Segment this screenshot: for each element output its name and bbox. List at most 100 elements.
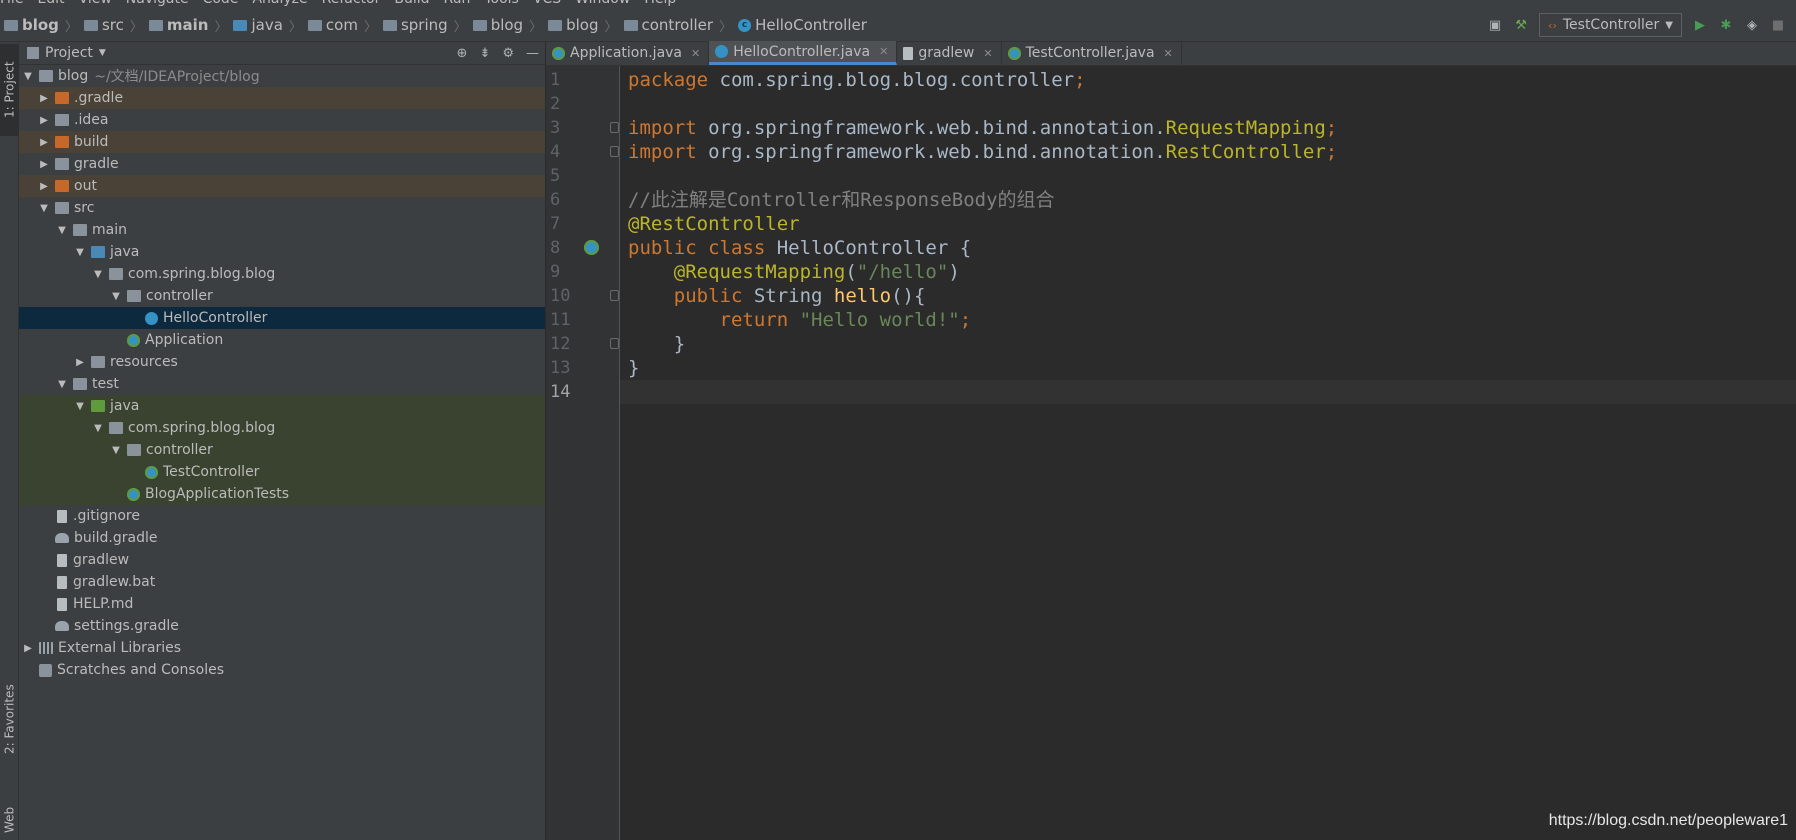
tree-item[interactable]: ▼ test	[19, 373, 545, 395]
breadcrumb-item-controller[interactable]: controller	[623, 16, 713, 34]
menu-item[interactable]: Analyze	[252, 0, 307, 7]
expanded-arrow-icon[interactable]: ▼	[109, 445, 123, 456]
collapsed-arrow-icon[interactable]: ▶	[37, 137, 51, 148]
fold-icon[interactable]	[610, 122, 619, 133]
breadcrumb-item-java[interactable]: java	[233, 16, 283, 34]
close-icon[interactable]: ✕	[879, 45, 888, 58]
minimize-icon[interactable]: —	[526, 46, 539, 61]
expanded-arrow-icon[interactable]: ▼	[91, 269, 105, 280]
spring-bean-icon[interactable]	[584, 240, 599, 255]
menu-item[interactable]: Tools	[484, 0, 519, 7]
tree-item[interactable]: gradlew.bat	[19, 571, 545, 593]
collapsed-arrow-icon[interactable]: ▶	[37, 181, 51, 192]
tree-item[interactable]: ▼ controller	[19, 285, 545, 307]
breadcrumb-item-hellocontroller[interactable]: c HelloController	[738, 16, 867, 34]
expanded-arrow-icon[interactable]: ▼	[73, 401, 87, 412]
tab-favorites-toolwindow[interactable]: 2: Favorites	[0, 678, 19, 760]
tab-application-java[interactable]: Application.java ✕	[546, 41, 710, 65]
tree-item-selected[interactable]: HelloController	[19, 307, 545, 329]
menu-item[interactable]: Code	[203, 0, 239, 7]
tab-hellocontroller-java[interactable]: HelloController.java ✕	[709, 41, 898, 65]
locate-file-icon[interactable]: ⊕	[457, 46, 468, 61]
tree-item[interactable]: ▼ java	[19, 241, 545, 263]
coverage-icon[interactable]: ◈	[1744, 17, 1760, 33]
code-area[interactable]: package com.spring.blog.blog.controller;…	[620, 68, 1796, 404]
menu-item[interactable]: Refactor	[322, 0, 381, 7]
menu-item[interactable]: View	[79, 0, 112, 7]
menu-item[interactable]: VCS	[533, 0, 561, 7]
tree-item[interactable]: ▶ build	[19, 131, 545, 153]
close-icon[interactable]: ✕	[691, 47, 700, 60]
tree-item[interactable]: ▼ com.spring.blog.blog	[19, 417, 545, 439]
expanded-arrow-icon[interactable]: ▼	[21, 71, 35, 82]
fold-icon[interactable]	[610, 338, 619, 349]
expanded-arrow-icon[interactable]: ▼	[109, 291, 123, 302]
breadcrumb-item-project[interactable]: blog	[4, 16, 59, 34]
expanded-arrow-icon[interactable]: ▼	[55, 379, 69, 390]
tree-item[interactable]: HELP.md	[19, 593, 545, 615]
chevron-down-icon[interactable]: ▼	[99, 48, 106, 58]
menu-item[interactable]: Navigate	[126, 0, 189, 7]
tree-item[interactable]: ▼ main	[19, 219, 545, 241]
collapsed-arrow-icon[interactable]: ▶	[37, 115, 51, 126]
gear-icon[interactable]: ⚙	[502, 46, 514, 61]
tree-item[interactable]: ▶ resources	[19, 351, 545, 373]
markdown-file-icon	[57, 597, 67, 611]
close-icon[interactable]: ✕	[1164, 47, 1173, 60]
tree-item[interactable]: ▶ out	[19, 175, 545, 197]
tree-item[interactable]: BlogApplicationTests	[19, 483, 545, 505]
breadcrumb-item-blog[interactable]: blog	[472, 16, 523, 34]
tree-item-root[interactable]: ▼ blog ~/文档/IDEAProject/blog	[19, 65, 545, 87]
tree-item[interactable]: gradlew	[19, 549, 545, 571]
tree-item[interactable]: settings.gradle	[19, 615, 545, 637]
expanded-arrow-icon[interactable]: ▼	[73, 247, 87, 258]
tree-item[interactable]: Application	[19, 329, 545, 351]
tab-project-toolwindow[interactable]: 1: Project	[0, 44, 19, 136]
breadcrumb-item-com[interactable]: com	[307, 16, 358, 34]
collapse-all-icon[interactable]: ⇟	[479, 46, 490, 61]
expanded-arrow-icon[interactable]: ▼	[91, 423, 105, 434]
debug-icon[interactable]: ✱	[1718, 17, 1734, 33]
tree-item[interactable]: ▶ .idea	[19, 109, 545, 131]
tab-gradlew[interactable]: gradlew ✕	[897, 41, 1002, 65]
fold-icon[interactable]	[610, 146, 619, 157]
tab-testcontroller-java[interactable]: TestController.java ✕	[1002, 41, 1182, 65]
tree-item[interactable]: ▼ controller	[19, 439, 545, 461]
menu-item[interactable]: Build	[394, 0, 429, 7]
menu-item[interactable]: Help	[644, 0, 676, 7]
tab-web-toolwindow[interactable]: Web	[0, 800, 19, 840]
collapsed-arrow-icon[interactable]: ▶	[73, 357, 87, 368]
close-icon[interactable]: ✕	[983, 47, 992, 60]
tree-item[interactable]: ▼ src	[19, 197, 545, 219]
run-icon[interactable]: ▶	[1692, 17, 1708, 33]
tree-item[interactable]: ▶ External Libraries	[19, 637, 545, 659]
expanded-arrow-icon[interactable]: ▼	[37, 203, 51, 214]
fold-icon[interactable]	[610, 290, 619, 301]
breadcrumb-item-src[interactable]: src	[83, 16, 124, 34]
menu-item[interactable]: Window	[575, 0, 630, 7]
collapsed-arrow-icon[interactable]: ▶	[37, 159, 51, 170]
tree-item[interactable]: ▶ .gradle	[19, 87, 545, 109]
run-configuration-select[interactable]: ‹› TestController ▼	[1539, 13, 1682, 37]
collapsed-arrow-icon[interactable]: ▶	[21, 643, 35, 654]
breadcrumb-item-blog-2[interactable]: blog	[548, 16, 598, 34]
stop-icon[interactable]: ■	[1770, 17, 1786, 33]
project-view-select[interactable]: Project	[45, 45, 93, 61]
menu-item[interactable]: Run	[444, 0, 471, 7]
tree-item[interactable]: Scratches and Consoles	[19, 659, 545, 681]
tree-item[interactable]: .gitignore	[19, 505, 545, 527]
build-hammer-icon[interactable]: ⚒	[1513, 17, 1529, 33]
menu-item[interactable]: Edit	[37, 0, 64, 7]
tree-item[interactable]: build.gradle	[19, 527, 545, 549]
tree-item[interactable]: ▼ com.spring.blog.blog	[19, 263, 545, 285]
menu-item[interactable]: File	[0, 0, 23, 7]
tree-item[interactable]: ▼ java	[19, 395, 545, 417]
project-structure-icon[interactable]: ▣	[1487, 17, 1503, 33]
breadcrumb-item-spring[interactable]: spring	[382, 16, 448, 34]
tree-item[interactable]: ▶ gradle	[19, 153, 545, 175]
tree-item[interactable]: TestController	[19, 461, 545, 483]
expanded-arrow-icon[interactable]: ▼	[55, 225, 69, 236]
collapsed-arrow-icon[interactable]: ▶	[37, 93, 51, 104]
breadcrumb-item-main[interactable]: main	[148, 16, 208, 34]
